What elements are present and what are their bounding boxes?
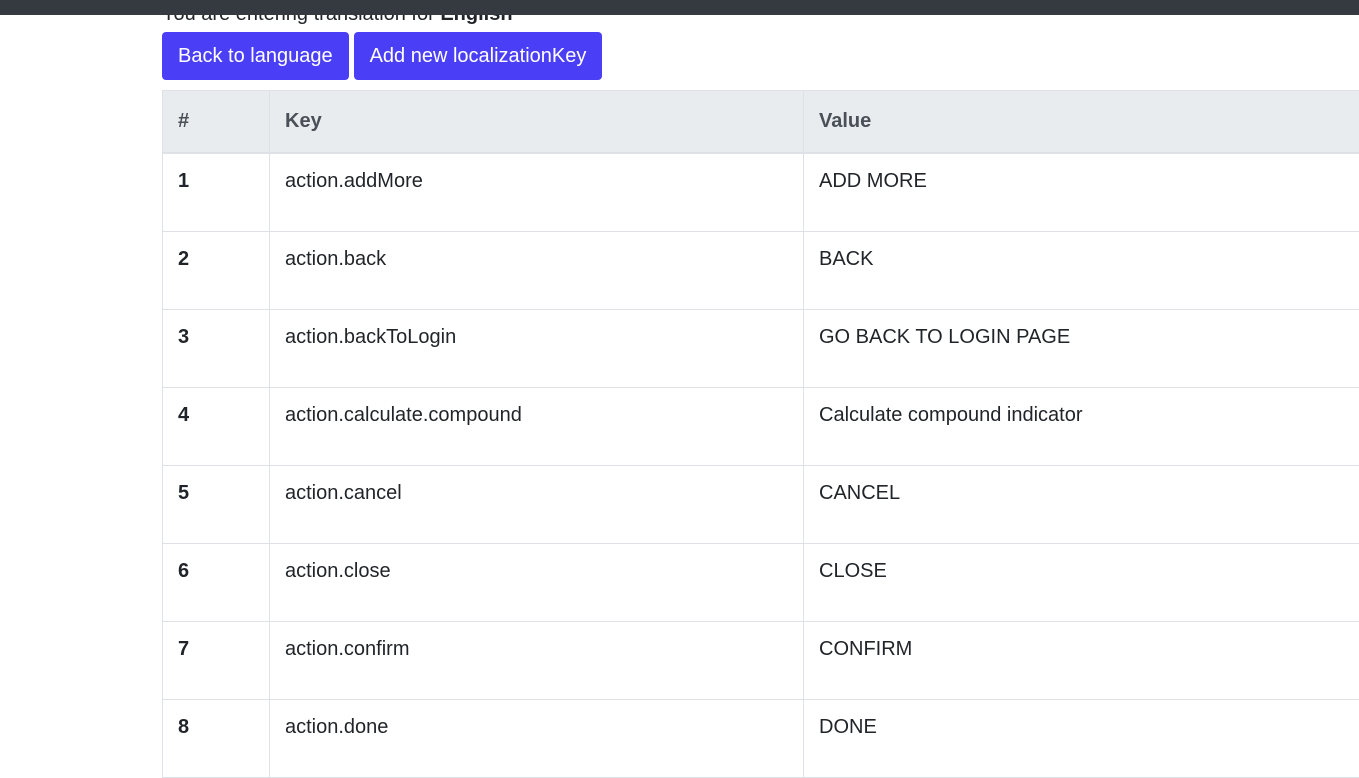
row-number: 6 (163, 543, 270, 621)
translations-table-wrapper: # Key Value 1 action.addMore ADD MORE 2 … (162, 90, 1359, 778)
column-header-key: Key (270, 91, 804, 154)
table-body: 1 action.addMore ADD MORE 2 action.back … (163, 153, 1359, 777)
row-number: 2 (163, 231, 270, 309)
row-number: 8 (163, 699, 270, 777)
action-toolbar: Back to language Add new localizationKey (162, 32, 602, 80)
row-key: action.close (270, 543, 804, 621)
table-row[interactable]: 2 action.back BACK (163, 231, 1359, 309)
back-to-language-button[interactable]: Back to language (162, 32, 349, 80)
translations-table: # Key Value 1 action.addMore ADD MORE 2 … (162, 90, 1359, 778)
row-value: CONFIRM (804, 621, 1359, 699)
row-key: action.confirm (270, 621, 804, 699)
table-row[interactable]: 8 action.done DONE (163, 699, 1359, 777)
row-number: 1 (163, 153, 270, 231)
row-value: BACK (804, 231, 1359, 309)
row-number: 3 (163, 309, 270, 387)
table-row[interactable]: 5 action.cancel CANCEL (163, 465, 1359, 543)
row-key: action.done (270, 699, 804, 777)
row-key: action.backToLogin (270, 309, 804, 387)
table-row[interactable]: 1 action.addMore ADD MORE (163, 153, 1359, 231)
table-row[interactable]: 3 action.backToLogin GO BACK TO LOGIN PA… (163, 309, 1359, 387)
add-localization-key-button[interactable]: Add new localizationKey (354, 32, 603, 80)
row-number: 7 (163, 621, 270, 699)
row-value: CLOSE (804, 543, 1359, 621)
column-header-value: Value (804, 91, 1359, 154)
row-key: action.addMore (270, 153, 804, 231)
row-value: Calculate compound indicator (804, 387, 1359, 465)
table-header-row: # Key Value (163, 91, 1359, 154)
row-value: DONE (804, 699, 1359, 777)
row-number: 5 (163, 465, 270, 543)
row-value: CANCEL (804, 465, 1359, 543)
table-row[interactable]: 4 action.calculate.compound Calculate co… (163, 387, 1359, 465)
top-navbar (0, 0, 1359, 15)
table-row[interactable]: 6 action.close CLOSE (163, 543, 1359, 621)
row-value: ADD MORE (804, 153, 1359, 231)
row-key: action.cancel (270, 465, 804, 543)
column-header-number: # (163, 91, 270, 154)
table-row[interactable]: 7 action.confirm CONFIRM (163, 621, 1359, 699)
row-key: action.back (270, 231, 804, 309)
table-header: # Key Value (163, 91, 1359, 154)
row-value: GO BACK TO LOGIN PAGE (804, 309, 1359, 387)
row-number: 4 (163, 387, 270, 465)
row-key: action.calculate.compound (270, 387, 804, 465)
